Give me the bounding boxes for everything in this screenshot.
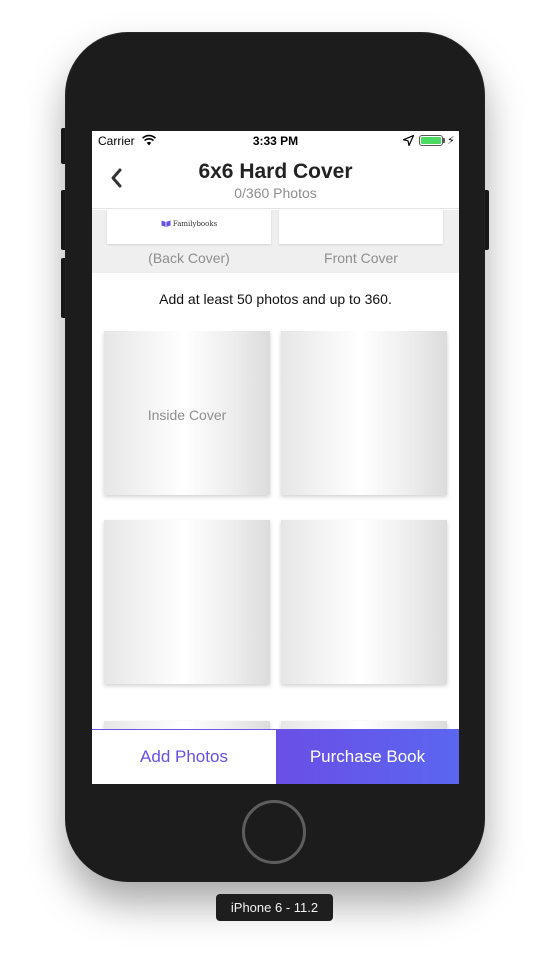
navigation-bar: 6x6 Hard Cover 0/360 Photos (92, 151, 459, 209)
page-slot[interactable] (281, 520, 447, 684)
app-screen: Carrier 3:33 PM ⚡ 6x6 Hard Cover 0/360 P… (92, 131, 459, 784)
page-slot[interactable] (281, 721, 447, 729)
purchase-book-button[interactable]: Purchase Book (276, 729, 459, 784)
simulator-stage: Carrier 3:33 PM ⚡ 6x6 Hard Cover 0/360 P… (0, 0, 550, 963)
page-slot[interactable]: Inside Cover (104, 331, 270, 495)
page-slot[interactable] (281, 331, 447, 495)
location-arrow-icon (403, 135, 414, 146)
front-cover-label: Front Cover (324, 250, 398, 266)
cover-preview-band: Familybooks (Back Cover) Front Cover (92, 210, 459, 273)
back-cover-thumbnail[interactable]: Familybooks (107, 210, 271, 244)
charging-bolt-icon: ⚡ (447, 135, 455, 147)
battery-icon (419, 135, 443, 146)
battery-tip (443, 138, 445, 143)
home-button[interactable] (242, 800, 306, 864)
battery-level (421, 137, 441, 144)
page-title: 6x6 Hard Cover (198, 160, 353, 183)
front-cover-thumbnail[interactable] (279, 210, 443, 244)
device-label: iPhone 6 - 11.2 (216, 894, 333, 921)
book-logo-icon (161, 220, 171, 227)
brand-name: Familybooks (172, 220, 218, 228)
photo-requirement-text: Add at least 50 photos and up to 360. (159, 291, 392, 307)
page-slot-label: Inside Cover (147, 407, 227, 423)
photo-count: 0/360 Photos (234, 185, 317, 201)
brand-logo: Familybooks (107, 220, 271, 228)
bottom-action-bar: Add Photos Purchase Book (92, 729, 459, 784)
pages-grid: Inside Cover (92, 331, 459, 729)
page-slot[interactable] (104, 721, 270, 729)
status-bar: Carrier 3:33 PM ⚡ (92, 131, 459, 151)
back-cover-label: (Back Cover) (148, 250, 230, 266)
add-photos-button[interactable]: Add Photos (92, 729, 276, 784)
page-slot[interactable] (104, 520, 270, 684)
